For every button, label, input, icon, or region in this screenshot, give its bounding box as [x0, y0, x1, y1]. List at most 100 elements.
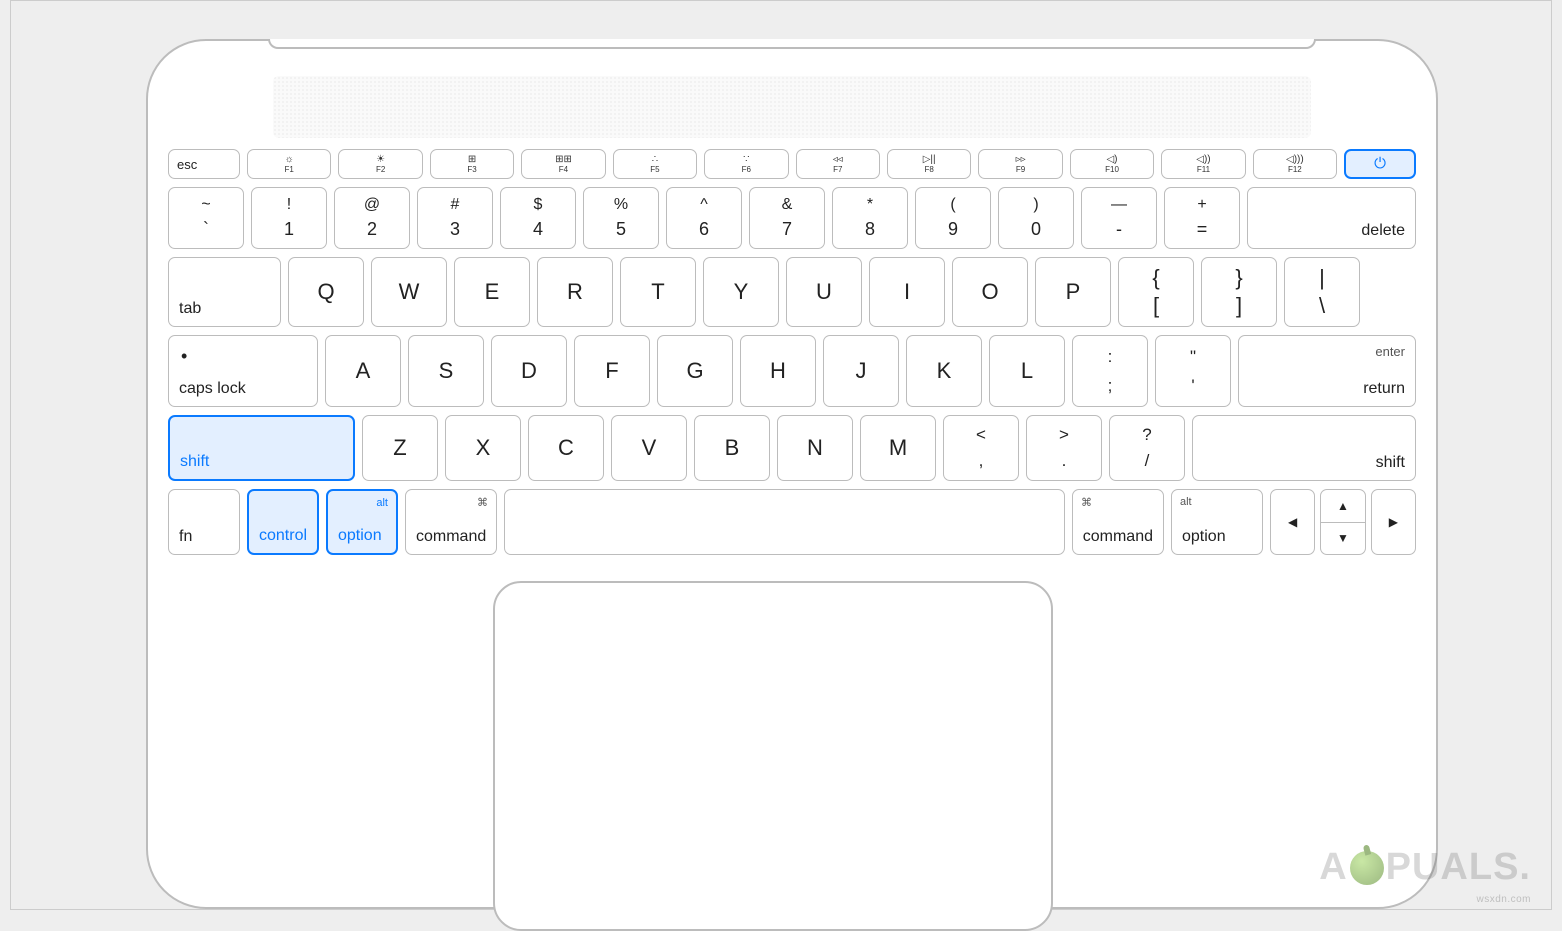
key-comma[interactable]: <,	[943, 415, 1019, 481]
key-h[interactable]: H	[740, 335, 816, 407]
key-q[interactable]: Q	[288, 257, 364, 327]
key-i[interactable]: I	[869, 257, 945, 327]
key-z[interactable]: Z	[362, 415, 438, 481]
key-backslash[interactable]: |\	[1284, 257, 1360, 327]
key-l[interactable]: L	[989, 335, 1065, 407]
keyboard: esc ☼F1 ☀F2 ⊞F3 ⊞⊞F4 ∴F5 ∵F6 ◃◃F7 ▷||F8 …	[168, 149, 1416, 563]
key-0[interactable]: )0	[998, 187, 1074, 249]
key-f5[interactable]: ∴F5	[613, 149, 697, 179]
key-control[interactable]: control	[247, 489, 319, 555]
key-sublabel: F8	[924, 166, 933, 174]
key-w[interactable]: W	[371, 257, 447, 327]
key-j[interactable]: J	[823, 335, 899, 407]
key-bracket-right[interactable]: }]	[1201, 257, 1277, 327]
key-period[interactable]: >.	[1026, 415, 1102, 481]
key-label: control	[259, 527, 307, 545]
key-c[interactable]: C	[528, 415, 604, 481]
key-shift-right[interactable]: shift	[1192, 415, 1416, 481]
key-b[interactable]: B	[694, 415, 770, 481]
key-command-right[interactable]: ⌘command	[1072, 489, 1164, 555]
key-arrow-up[interactable]: ▲	[1320, 489, 1365, 523]
key-1[interactable]: !1	[251, 187, 327, 249]
appuals-badge-icon	[1350, 851, 1384, 885]
key-capslock[interactable]: •caps lock	[168, 335, 318, 407]
key-9[interactable]: (9	[915, 187, 991, 249]
key-d[interactable]: D	[491, 335, 567, 407]
key-minus[interactable]: —-	[1081, 187, 1157, 249]
key-return[interactable]: enterreturn	[1238, 335, 1416, 407]
key-g[interactable]: G	[657, 335, 733, 407]
key-command-left[interactable]: ⌘command	[405, 489, 497, 555]
key-n[interactable]: N	[777, 415, 853, 481]
key-arrow-down[interactable]: ▼	[1320, 523, 1365, 556]
key-f[interactable]: F	[574, 335, 650, 407]
key-s[interactable]: S	[408, 335, 484, 407]
key-sublabel: alt	[1180, 496, 1192, 508]
key-f1[interactable]: ☼F1	[247, 149, 331, 179]
key-4[interactable]: $4	[500, 187, 576, 249]
key-slash[interactable]: ?/	[1109, 415, 1185, 481]
key-sublabel: F9	[1016, 166, 1025, 174]
key-esc[interactable]: esc	[168, 149, 240, 179]
key-t[interactable]: T	[620, 257, 696, 327]
key-backtick[interactable]: ~`	[168, 187, 244, 249]
key-label: shift	[180, 453, 209, 471]
trackpad[interactable]	[493, 581, 1053, 931]
key-x[interactable]: X	[445, 415, 521, 481]
key-sublabel: F11	[1197, 166, 1210, 174]
key-8[interactable]: *8	[832, 187, 908, 249]
key-p[interactable]: P	[1035, 257, 1111, 327]
key-m[interactable]: M	[860, 415, 936, 481]
key-option-left[interactable]: altoption	[326, 489, 398, 555]
key-5[interactable]: %5	[583, 187, 659, 249]
key-bracket-left[interactable]: {[	[1118, 257, 1194, 327]
key-f7[interactable]: ◃◃F7	[796, 149, 880, 179]
key-f3[interactable]: ⊞F3	[430, 149, 514, 179]
key-u[interactable]: U	[786, 257, 862, 327]
key-sublabel: F7	[833, 166, 842, 174]
key-arrow-left[interactable]: ◀	[1270, 489, 1315, 555]
key-f10[interactable]: ◁)F10	[1070, 149, 1154, 179]
key-sublabel: alt	[376, 497, 388, 509]
key-semicolon[interactable]: :;	[1072, 335, 1148, 407]
key-f8[interactable]: ▷||F8	[887, 149, 971, 179]
key-f2[interactable]: ☀F2	[338, 149, 422, 179]
key-label: option	[1182, 528, 1226, 546]
key-sublabel: F1	[285, 166, 294, 174]
key-3[interactable]: #3	[417, 187, 493, 249]
key-label: shift	[1376, 454, 1405, 472]
key-k[interactable]: K	[906, 335, 982, 407]
key-equals[interactable]: +=	[1164, 187, 1240, 249]
key-delete[interactable]: delete	[1247, 187, 1416, 249]
key-arrow-right[interactable]: ▶	[1371, 489, 1416, 555]
key-e[interactable]: E	[454, 257, 530, 327]
key-6[interactable]: ^6	[666, 187, 742, 249]
key-sublabel: F2	[376, 166, 385, 174]
key-option-right[interactable]: alt option	[1171, 489, 1263, 555]
key-v[interactable]: V	[611, 415, 687, 481]
key-space[interactable]	[504, 489, 1065, 555]
key-a[interactable]: A	[325, 335, 401, 407]
key-f9[interactable]: ▹▹F9	[978, 149, 1062, 179]
key-f6[interactable]: ∵F6	[704, 149, 788, 179]
key-o[interactable]: O	[952, 257, 1028, 327]
brightness-up-icon: ☀	[376, 155, 385, 165]
key-sublabel: F3	[467, 166, 476, 174]
key-fn[interactable]: fn	[168, 489, 240, 555]
key-tab[interactable]: tab	[168, 257, 281, 327]
keyboard-bright-icon: ∵	[743, 155, 749, 165]
key-sublabel: F12	[1288, 166, 1302, 174]
key-label: caps lock	[179, 380, 246, 398]
key-y[interactable]: Y	[703, 257, 779, 327]
mission-control-icon: ⊞	[468, 155, 476, 165]
key-7[interactable]: &7	[749, 187, 825, 249]
key-f4[interactable]: ⊞⊞F4	[521, 149, 605, 179]
key-power[interactable]: ⏻	[1344, 149, 1416, 179]
key-f12[interactable]: ◁)))F12	[1253, 149, 1337, 179]
key-quote[interactable]: "'	[1155, 335, 1231, 407]
key-2[interactable]: @2	[334, 187, 410, 249]
key-sublabel: F6	[742, 166, 751, 174]
key-shift-left[interactable]: shift	[168, 415, 355, 481]
key-f11[interactable]: ◁))F11	[1161, 149, 1245, 179]
key-r[interactable]: R	[537, 257, 613, 327]
